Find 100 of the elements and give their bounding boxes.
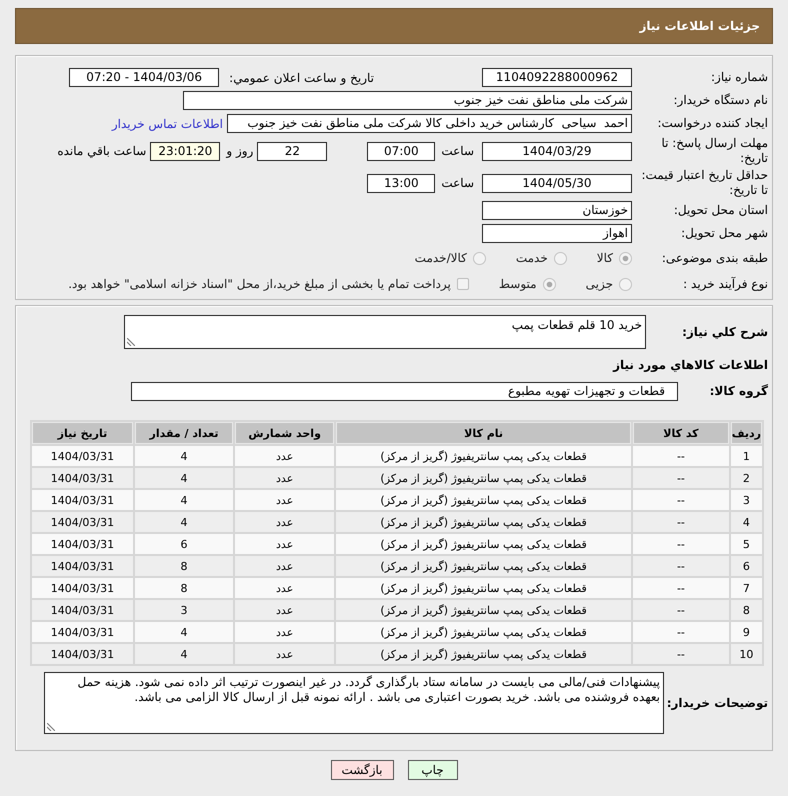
checkbox-icon[interactable]	[456, 278, 469, 290]
field-label: شهر محل تحویل:	[680, 226, 768, 241]
field-label: گروه کالا:	[708, 384, 768, 398]
table-cell: 9	[730, 622, 762, 642]
table-cell: 4	[134, 446, 234, 466]
table-cell: 2	[730, 468, 762, 488]
table-cell: 4	[730, 512, 762, 532]
field-label: تاریخ و ساعت اعلان عمومي:	[229, 70, 374, 84]
field-label: نوع فرآیند خرید :	[682, 276, 768, 292]
table-cell: عدد	[235, 578, 334, 598]
table-cell: عدد	[235, 556, 334, 576]
table-cell: قطعات یدکی پمپ سانتریفیوژ (گریز از مرکز)	[336, 644, 632, 664]
table-cell: 6	[134, 534, 234, 554]
need-number-field[interactable]: 1104092288000962	[482, 68, 632, 87]
table-cell: عدد	[235, 446, 334, 466]
radio-button-icon[interactable]	[554, 252, 567, 264]
field-label: طبقه بندی موضوعی:	[660, 250, 768, 266]
province-field[interactable]: خوزستان	[482, 201, 632, 220]
table-cell: 1404/03/31	[32, 622, 133, 642]
checkbox-label: پرداخت تمام یا بخشی از مبلغ خرید،از محل "اسناد خزانه اسلامی" خواهد بود.	[68, 277, 451, 291]
radio-label: متوسط	[498, 277, 537, 291]
table-cell: 1404/03/31	[32, 468, 133, 488]
table-cell: 4	[134, 468, 234, 488]
table-cell: عدد	[235, 534, 334, 554]
radio-label: کالا/خدمت	[414, 251, 467, 265]
table-cell: 1	[730, 446, 762, 466]
column-header: ردیف	[730, 422, 762, 444]
table-cell: --	[633, 512, 729, 532]
field-label: توضیحات خریدار:	[668, 696, 768, 710]
field-label: ایجاد کننده درخواست:	[656, 116, 768, 131]
table-cell: 1404/03/31	[32, 512, 133, 532]
table-cell: 1404/03/31	[32, 600, 133, 620]
table-cell: قطعات یدکی پمپ سانتریفیوژ (گریز از مرکز)	[336, 534, 632, 554]
days-remaining-field[interactable]: 22	[257, 142, 328, 160]
back-button[interactable]: بازگشت	[330, 760, 394, 780]
table-cell: 10	[730, 644, 762, 664]
page-title: جزئیات اطلاعات نیاز	[639, 19, 760, 33]
table-cell: 4	[134, 644, 234, 664]
buyer-notes-text: پیشنهادات فنی/مالی می بایست در سامانه ستاد بارگذاری گردد. در غیر اینصورت ترتیب اثر داده نمی شود. هزینه حمل بعهده فروشنده می باشد. خرید بصورت اعتباری می باشد . ارائه نمونه قبل از ارسال کالا الزامی می باشد.	[78, 675, 660, 704]
city-field[interactable]: اهواز	[482, 224, 632, 243]
column-header: تاریخ نیاز	[32, 422, 133, 444]
table-cell: قطعات یدکی پمپ سانتریفیوژ (گریز از مرکز)	[336, 468, 632, 488]
table-cell: قطعات یدکی پمپ سانتریفیوژ (گریز از مرکز)	[336, 578, 632, 598]
table-cell: 1404/03/31	[32, 534, 133, 554]
table-cell: قطعات یدکی پمپ سانتریفیوژ (گریز از مرکز)	[336, 512, 632, 532]
field-label: حداقل تاریخ اعتبار قیمت: تا تاریخ:	[640, 168, 768, 198]
field-label: شماره نیاز:	[710, 70, 768, 85]
time-remaining-field[interactable]: 23:01:20	[150, 142, 220, 160]
table-cell: 4	[134, 490, 234, 510]
table-cell: عدد	[235, 490, 334, 510]
table-cell: --	[633, 578, 729, 598]
table-cell: --	[633, 446, 729, 466]
table-cell: عدد	[235, 600, 334, 620]
table-cell: قطعات یدکی پمپ سانتریفیوژ (گریز از مرکز)	[336, 600, 632, 620]
goods-group-field[interactable]: قطعات و تجهیزات تهویه مطبوع	[131, 382, 678, 400]
column-header: کد کالا	[633, 422, 729, 444]
table-cell: 1404/03/31	[32, 490, 133, 510]
table-cell: --	[633, 644, 729, 664]
resize-grip-icon[interactable]	[47, 723, 55, 731]
field-label: نام دستگاه خریدار:	[672, 93, 768, 108]
validity-date-field[interactable]: 1404/05/30	[482, 174, 632, 192]
radio-button-icon[interactable]	[542, 278, 556, 290]
deadline-date-field[interactable]: 1404/03/29	[482, 142, 632, 160]
requester-field[interactable]: احمد سیاحی کارشناس خرید داخلی کالا شرکت ملی مناطق نفت خیز جنوب	[227, 114, 632, 133]
table-cell: 1404/03/31	[32, 556, 133, 576]
radio-button-icon[interactable]	[619, 252, 632, 264]
table-cell: 6	[730, 556, 762, 576]
table-cell: 3	[730, 490, 762, 510]
field-label: ساعت باقي مانده	[57, 144, 146, 158]
field-label: استان محل تحویل:	[672, 203, 768, 218]
buyer-notes-field[interactable]	[44, 672, 664, 734]
radio-label: جزیی	[586, 277, 613, 291]
field-label: ساعت	[441, 176, 474, 190]
description-field[interactable]: خرید 10 قلم قطعات پمپ	[124, 315, 646, 349]
table-cell: 8	[134, 578, 234, 598]
radio-button-icon[interactable]	[472, 252, 486, 264]
description-text: خرید 10 قلم قطعات پمپ	[512, 318, 642, 332]
buyer-contact-link[interactable]: اطلاعات تماس خریدار	[112, 116, 223, 130]
deadline-time-field[interactable]: 07:00	[367, 142, 436, 160]
buyer-organization-field[interactable]: شرکت ملی مناطق نفت خیز جنوب	[183, 91, 632, 110]
table-cell: 3	[134, 600, 234, 620]
field-label: ساعت	[441, 144, 474, 158]
table-cell: --	[633, 490, 729, 510]
radio-label: خدمت	[516, 251, 548, 265]
print-button[interactable]: چاپ	[408, 760, 458, 780]
column-header: نام کالا	[336, 422, 632, 444]
table-cell: 1404/03/31	[32, 644, 133, 664]
table-cell: عدد	[235, 644, 334, 664]
table-cell: قطعات یدکی پمپ سانتریفیوژ (گریز از مرکز)	[336, 446, 632, 466]
announcement-date-field[interactable]: 1404/03/06 - 07:20	[69, 68, 220, 87]
radio-label: کالا	[596, 251, 613, 265]
table-cell: عدد	[235, 468, 334, 488]
validity-time-field[interactable]: 13:00	[367, 174, 436, 192]
table-cell: --	[633, 622, 729, 642]
table-cell: قطعات یدکی پمپ سانتریفیوژ (گریز از مرکز)	[336, 622, 632, 642]
column-header: تعداد / مقدار	[134, 422, 234, 444]
table-cell: 4	[134, 512, 234, 532]
resize-grip-icon[interactable]	[127, 338, 135, 346]
table-cell: --	[633, 534, 729, 554]
radio-button-icon[interactable]	[619, 278, 632, 290]
